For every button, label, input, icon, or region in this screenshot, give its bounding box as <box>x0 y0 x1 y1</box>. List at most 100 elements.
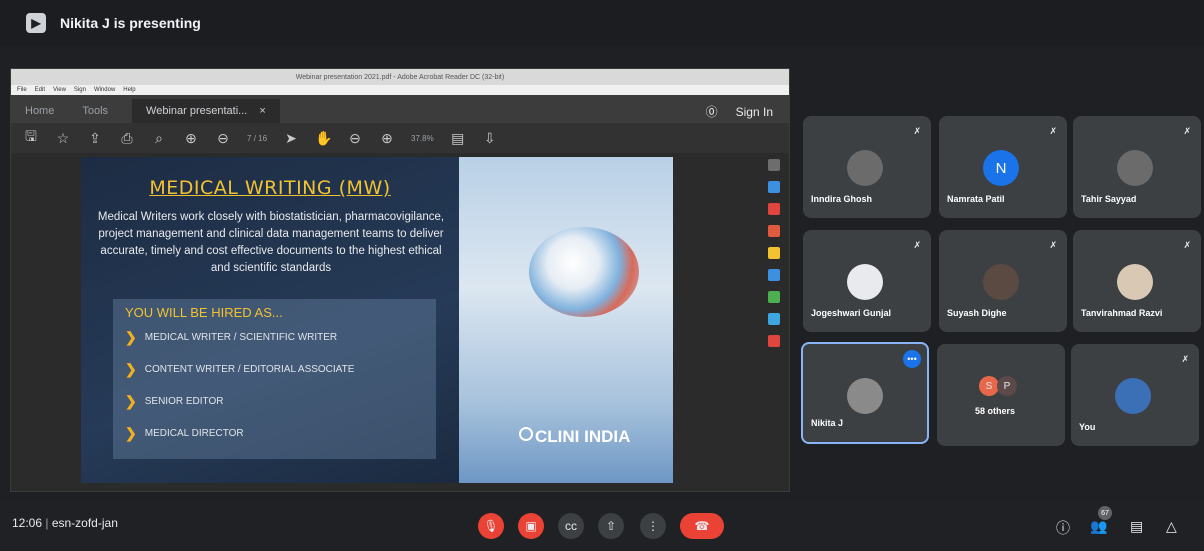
share-icon[interactable]: ⇪ <box>87 130 103 147</box>
page-up-icon[interactable]: ⊕ <box>183 130 199 147</box>
slide-title: MEDICAL WRITING (MW) <box>149 177 391 199</box>
participant-name: Namrata Patil <box>947 194 1005 204</box>
shared-screen: Webinar presentation 2021.pdf - Adobe Ac… <box>10 68 790 492</box>
export-pdf-icon[interactable] <box>768 181 780 193</box>
participant-tile[interactable]: ✗ Tahir Sayyad <box>1073 116 1201 218</box>
presentation-icon: ▶ <box>26 13 46 33</box>
avatar <box>847 150 883 186</box>
slide-image-panel: CLINI INDIA <box>459 157 673 483</box>
acrobat-tabbar: Home Tools Webinar presentati... × <box>11 95 789 123</box>
mic-off-icon: ✗ <box>913 126 921 136</box>
chevron-icon: ❯ <box>125 361 137 377</box>
participant-tile[interactable]: ✗ Tanvirahmad Razvi <box>1073 230 1201 332</box>
zoom-tool-icon[interactable] <box>768 159 780 171</box>
slide-logo-text: CLINI INDIA <box>535 427 631 446</box>
tab-document[interactable]: Webinar presentati... × <box>132 99 280 123</box>
pills-image <box>529 227 639 317</box>
close-icon[interactable]: × <box>259 105 265 117</box>
compress-icon[interactable] <box>768 313 780 325</box>
mic-toggle-button[interactable]: 🎙 <box>478 513 504 539</box>
combine-files-icon[interactable] <box>768 269 780 281</box>
menu-edit[interactable]: Edit <box>35 87 45 93</box>
end-call-icon: ☎ <box>694 519 710 533</box>
present-button[interactable]: ⇧ <box>598 513 624 539</box>
zoom-out-icon[interactable]: ⊖ <box>347 130 363 147</box>
page-total: / 16 <box>253 133 268 143</box>
sign-in-button[interactable]: Sign In <box>736 105 773 119</box>
participant-tile[interactable]: ✗ Inndira Ghosh <box>803 116 931 218</box>
participant-name: Tahir Sayyad <box>1081 194 1137 204</box>
avatar: N <box>983 150 1019 186</box>
menu-sign[interactable]: Sign <box>74 87 86 93</box>
edit-pdf-icon[interactable] <box>768 225 780 237</box>
avatar <box>983 264 1019 300</box>
hired-item: ❯ MEDICAL DIRECTOR <box>125 425 244 442</box>
people-icon[interactable]: 👥 <box>1090 518 1107 535</box>
participant-tile-speaking[interactable]: ••• Nikita J <box>801 342 929 444</box>
organize-pages-icon[interactable] <box>768 291 780 303</box>
menu-file[interactable]: File <box>17 87 27 93</box>
mic-off-icon: ✗ <box>1049 240 1057 250</box>
participant-name: You <box>1079 422 1096 432</box>
leave-call-button[interactable]: ☎ <box>680 513 724 539</box>
meeting-details-icon[interactable]: ⓘ <box>1056 518 1070 538</box>
people-count-badge: 67 <box>1098 506 1112 520</box>
menu-help[interactable]: Help <box>123 87 135 93</box>
chat-icon[interactable]: ▤ <box>1130 518 1143 535</box>
clock: 12:06 <box>12 516 43 530</box>
star-icon[interactable]: ☆ <box>55 130 71 147</box>
tab-home[interactable]: Home <box>21 99 58 123</box>
meet-window: ▶ Nikita J is presenting Webinar present… <box>0 0 1204 551</box>
self-tile[interactable]: ✗ You <box>1071 344 1199 446</box>
select-icon[interactable]: ➤ <box>283 130 299 147</box>
participant-name: Jogeshwari Gunjal <box>811 308 892 318</box>
participant-name: Suyash Dighe <box>947 308 1007 318</box>
slide-left-panel: MEDICAL WRITING (MW) Medical Writers wor… <box>81 157 459 483</box>
others-avatars: S P <box>979 376 1017 396</box>
avatar: P <box>997 376 1017 396</box>
fill-sign-icon[interactable] <box>768 335 780 347</box>
menu-view[interactable]: View <box>53 87 66 93</box>
meeting-code: esn-zofd-jan <box>51 516 118 530</box>
captions-button[interactable]: cc <box>558 513 584 539</box>
more-options-button[interactable]: ⋮ <box>640 513 666 539</box>
acrobat-window-title: Webinar presentation 2021.pdf - Adobe Ac… <box>295 73 505 81</box>
zoom-level[interactable]: 37.8% <box>411 134 434 143</box>
chevron-icon: ❯ <box>125 425 137 441</box>
more-options-icon[interactable]: ••• <box>903 350 921 368</box>
page-control: 7 / 16 <box>247 134 267 143</box>
page-current[interactable]: 7 <box>247 134 251 143</box>
page-down-icon[interactable]: ⊖ <box>215 130 231 147</box>
avatar <box>847 264 883 300</box>
create-pdf-icon[interactable] <box>768 203 780 215</box>
chevron-icon: ❯ <box>125 393 137 409</box>
slide-body: Medical Writers work closely with biosta… <box>97 211 445 274</box>
hand-icon[interactable]: ✋ <box>315 130 332 147</box>
participant-tile[interactable]: ✗ N Namrata Patil <box>939 116 1067 218</box>
avatar <box>1115 378 1151 414</box>
search-icon[interactable]: ⌕ <box>151 130 167 147</box>
others-tile[interactable]: S P 58 others <box>937 344 1065 446</box>
participant-tile[interactable]: ✗ Jogeshwari Gunjal <box>803 230 931 332</box>
participant-name: Tanvirahmad Razvi <box>1081 308 1163 318</box>
page-fit-icon[interactable]: ▤ <box>450 130 466 147</box>
mic-off-icon: ✗ <box>1183 240 1191 250</box>
camera-toggle-button[interactable]: ▣ <box>518 513 544 539</box>
chevron-icon: ❯ <box>125 329 137 345</box>
participant-tile[interactable]: ✗ Suyash Dighe <box>939 230 1067 332</box>
activities-icon[interactable]: △ <box>1166 518 1177 535</box>
avatar <box>1117 264 1153 300</box>
tab-document-label: Webinar presentati... <box>146 105 248 117</box>
save-icon[interactable]: 🖫 <box>23 126 39 150</box>
scroll-mode-icon[interactable]: ⇩ <box>482 130 498 147</box>
zoom-in-icon[interactable]: ⊕ <box>379 130 395 147</box>
present-icon: ⇧ <box>605 519 617 533</box>
help-icon[interactable]: ⓪ <box>706 103 718 120</box>
menu-window[interactable]: Window <box>94 87 115 93</box>
hired-item: ❯ CONTENT WRITER / EDITORIAL ASSOCIATE <box>125 361 354 378</box>
tab-tools[interactable]: Tools <box>78 99 112 123</box>
avatar: S <box>979 376 999 396</box>
hired-title: YOU WILL BE HIRED AS... <box>125 305 283 320</box>
comment-icon[interactable] <box>768 247 780 259</box>
print-icon[interactable]: ⎙ <box>119 130 135 147</box>
